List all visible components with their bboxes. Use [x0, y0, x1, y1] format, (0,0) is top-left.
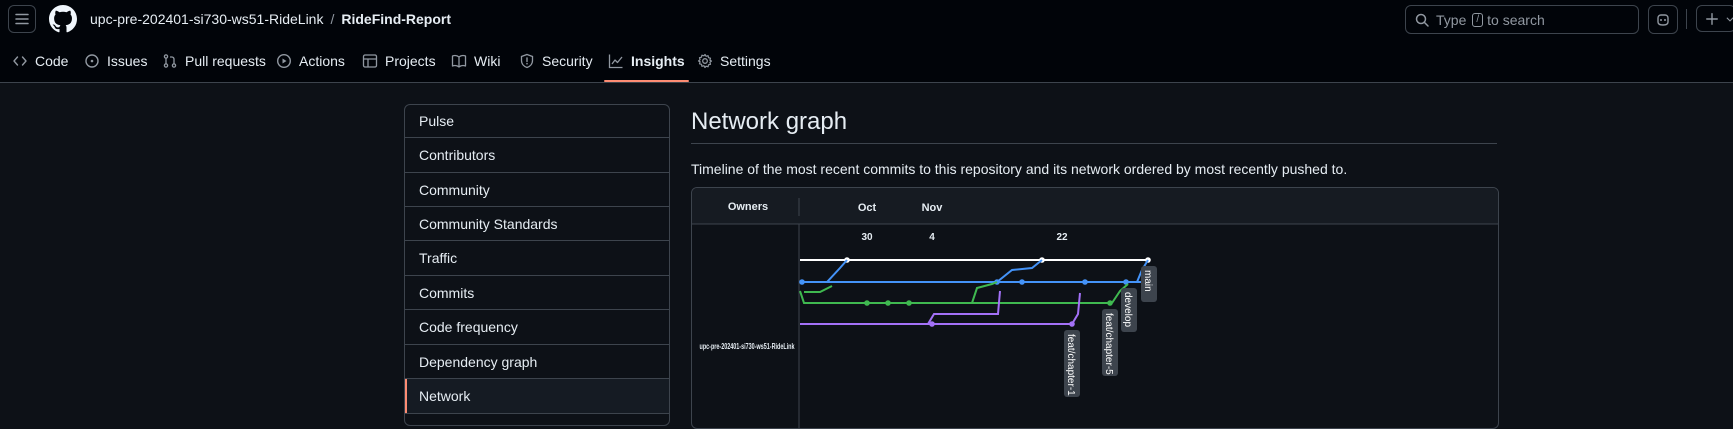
github-logo-icon[interactable]	[49, 5, 77, 33]
tab-label: Code	[35, 53, 69, 69]
sidebar-item-label: Community Standards	[419, 215, 558, 232]
issue-icon	[85, 54, 99, 68]
plus-icon	[1706, 12, 1718, 25]
tab-security[interactable]: Security	[519, 40, 593, 82]
global-header: upc-pre-202401-si730-ws51-RideLink / RideF…	[0, 0, 1733, 40]
sidebar-item-label: Commits	[419, 284, 475, 301]
owner-name: upc-pre-202401-si730-ws51-RideLink	[700, 342, 795, 351]
sidebar-item-label: Network	[419, 388, 471, 404]
search-input[interactable]: Type / to search	[1405, 5, 1639, 34]
active-tab-indicator	[604, 80, 689, 82]
search-shortcut-key: /	[1472, 12, 1484, 27]
month-label-nov: Nov	[922, 202, 944, 214]
copilot-icon	[1657, 13, 1669, 26]
sidebar-item-label: Dependency graph	[419, 353, 538, 370]
tab-label: Projects	[385, 53, 436, 69]
insights-sidebar: Pulse Contributors Community Community S…	[404, 104, 670, 426]
sidebar-item-dependency-graph[interactable]: Dependency graph	[405, 345, 669, 379]
code-icon	[13, 56, 27, 66]
tab-label: Security	[542, 53, 593, 69]
graph-header-band	[692, 188, 1498, 224]
month-label-oct: Oct	[858, 202, 877, 214]
copilot-button[interactable]	[1648, 5, 1678, 34]
network-graph[interactable]: Owners Oct Nov 30 4 22 upc-pre-202401-si…	[691, 187, 1499, 429]
book-icon	[451, 54, 467, 68]
network-graph-canvas: Owners Oct Nov 30 4 22 upc-pre-202401-si…	[692, 188, 1498, 428]
tab-label: Wiki	[474, 53, 501, 69]
day-label-22: 22	[1056, 232, 1068, 243]
branch-tag-main[interactable]: main	[1141, 266, 1157, 302]
sidebar-item-network[interactable]: Network	[405, 379, 669, 414]
header-divider	[1686, 9, 1687, 29]
tab-actions[interactable]: Actions	[276, 40, 345, 82]
sidebar-item-community-standards[interactable]: Community Standards	[405, 207, 669, 241]
page-title: Network graph	[691, 108, 848, 135]
owners-label: Owners	[728, 201, 768, 213]
breadcrumb: upc-pre-202401-si730-ws51-RideLink / RideF…	[90, 11, 451, 27]
sidebar-item-label: Community	[419, 181, 490, 198]
repo-nav-tabs: Code Issues Pull requests Actions Projec…	[0, 40, 1733, 83]
breadcrumb-separator: /	[330, 11, 335, 27]
tab-projects[interactable]: Projects	[362, 40, 436, 82]
sidebar-item-contributors[interactable]: Contributors	[405, 138, 669, 173]
sidebar-item-community[interactable]: Community	[405, 173, 669, 207]
play-icon	[276, 53, 292, 69]
tab-label: Actions	[299, 53, 345, 69]
day-label-4: 4	[929, 232, 935, 243]
tab-label: Pull requests	[185, 53, 266, 69]
sidebar-item-code-frequency[interactable]: Code frequency	[405, 310, 669, 345]
branch-main-line	[800, 257, 1151, 263]
branch-develop-line	[799, 259, 1149, 285]
shield-icon	[520, 53, 534, 69]
chevron-down-icon	[1726, 16, 1733, 22]
pull-request-icon	[163, 54, 177, 68]
branch-tag-feat-chapter-1[interactable]: feat/chapter-1	[1064, 330, 1080, 397]
repo-owner-link[interactable]: upc-pre-202401-si730-ws51-RideLink	[90, 11, 323, 27]
sidebar-item-commits[interactable]: Commits	[405, 276, 669, 310]
sidebar-item-label: Traffic	[419, 250, 458, 266]
tab-label: Insights	[631, 53, 685, 69]
search-suffix: to search	[1487, 11, 1545, 28]
menu-button[interactable]	[8, 5, 36, 33]
branch-tag-label: feat/chapter-1	[1065, 334, 1076, 396]
sidebar-item-label: Code frequency	[419, 319, 518, 335]
sidebar-item-pulse[interactable]: Pulse	[405, 105, 669, 138]
tab-code[interactable]: Code	[12, 40, 68, 82]
tab-pull-requests[interactable]: Pull requests	[162, 40, 266, 82]
day-label-30: 30	[861, 232, 873, 243]
branch-tag-label: main	[1142, 270, 1153, 292]
tab-wiki[interactable]: Wiki	[451, 40, 500, 82]
title-divider	[691, 143, 1497, 144]
tab-issues[interactable]: Issues	[84, 40, 147, 82]
gear-icon	[697, 53, 713, 69]
tab-settings[interactable]: Settings	[697, 40, 771, 82]
sidebar-item-label: Pulse	[419, 113, 455, 129]
search-prefix: Type	[1436, 11, 1467, 28]
create-new-button[interactable]	[1696, 5, 1733, 32]
tab-label: Issues	[107, 53, 148, 69]
tab-label: Settings	[720, 53, 771, 69]
branch-tag-develop[interactable]: develop	[1121, 288, 1137, 332]
branch-tag-feat-chapter-5[interactable]: feat/chapter-5	[1102, 309, 1118, 376]
sidebar-item-traffic[interactable]: Traffic	[405, 241, 669, 276]
hamburger-icon	[15, 13, 29, 25]
sidebar-item-label: Contributors	[419, 147, 496, 163]
table-icon	[362, 54, 378, 68]
repo-name-link[interactable]: RideFind-Report	[341, 11, 451, 27]
branch-tag-label: feat/chapter-5	[1103, 313, 1114, 375]
graph-icon	[608, 54, 623, 69]
page-description: Timeline of the most recent commits to t…	[691, 161, 1348, 177]
branch-tag-label: develop	[1122, 292, 1133, 327]
branch-feat-chapter-1-line	[800, 290, 1081, 327]
search-icon	[1415, 13, 1429, 27]
tab-insights[interactable]: Insights	[604, 40, 689, 82]
